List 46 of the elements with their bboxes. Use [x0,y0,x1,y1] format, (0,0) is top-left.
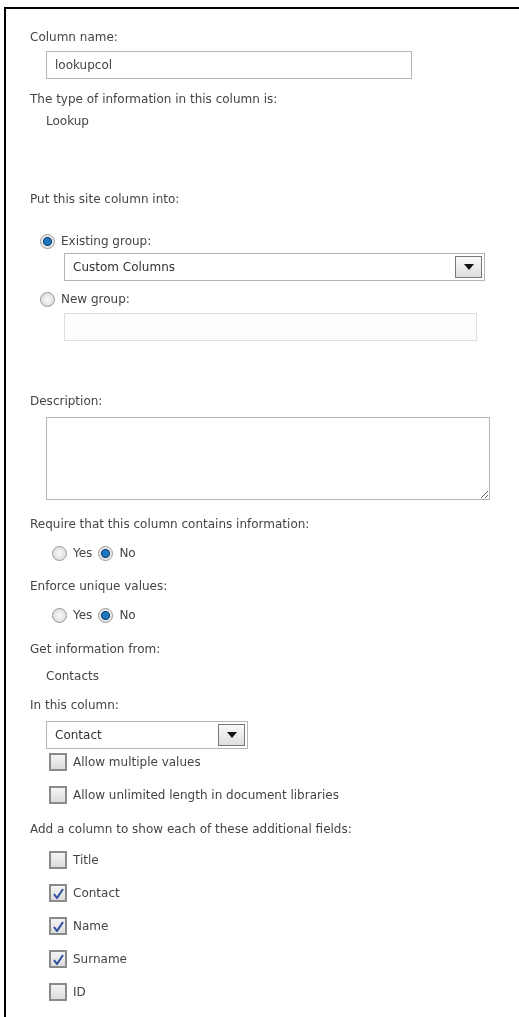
field-value: Lookup [46,113,90,129]
radio-label: No [119,545,136,561]
field-label: Column name: [30,29,119,45]
check-icon [52,953,64,965]
field-value: Contacts [46,668,100,684]
check-icon [52,920,64,932]
field-label: Description: [30,393,104,409]
text-area[interactable] [46,417,490,500]
input-field[interactable]: lookupcol [46,51,412,79]
radio-label: Yes [73,545,93,561]
field-label: In this column: [30,697,120,713]
checkbox-label: ID [73,984,86,1000]
dropdown[interactable]: Contact [46,721,248,749]
checkbox[interactable] [49,950,67,968]
checkbox-label: Title [73,852,99,868]
field-label: Put this site column into: [30,191,181,207]
field-label: Enforce unique values: [30,578,169,594]
field-label: Get information from: [30,641,162,657]
checkbox-label: Contact [73,885,120,901]
radio-button[interactable] [52,607,67,623]
dropdown[interactable]: Custom Columns [64,253,485,281]
radio-button[interactable] [52,545,67,561]
checkbox[interactable] [49,851,67,869]
radio-button[interactable] [98,545,114,561]
radio-label: New group: [61,291,130,307]
checkbox-label: Allow multiple values [73,754,201,770]
check-icon [52,887,64,899]
radio-button[interactable] [98,607,114,623]
checkbox[interactable] [49,917,67,935]
radio-button[interactable] [40,233,55,249]
radio-button[interactable] [40,291,55,307]
checkbox[interactable] [49,786,67,804]
checkbox[interactable] [49,983,67,1001]
checkbox[interactable] [49,884,67,902]
caret-icon [226,732,237,738]
checkbox-label: Name [73,918,109,934]
field-label: Add a column to show each of these additional fields: [30,821,353,837]
checkbox-label: Allow unlimited length in document libraries [73,787,339,803]
radio-label: No [119,607,136,623]
checkbox-label: Surname [73,951,127,967]
radio-label: Yes [73,607,93,623]
checkbox[interactable] [49,753,67,771]
radio-label: Existing group: [61,233,152,249]
caret-icon [463,264,474,270]
field-label: The type of information in this column is: [30,91,279,107]
field-label: Require that this column contains information: [30,516,311,532]
